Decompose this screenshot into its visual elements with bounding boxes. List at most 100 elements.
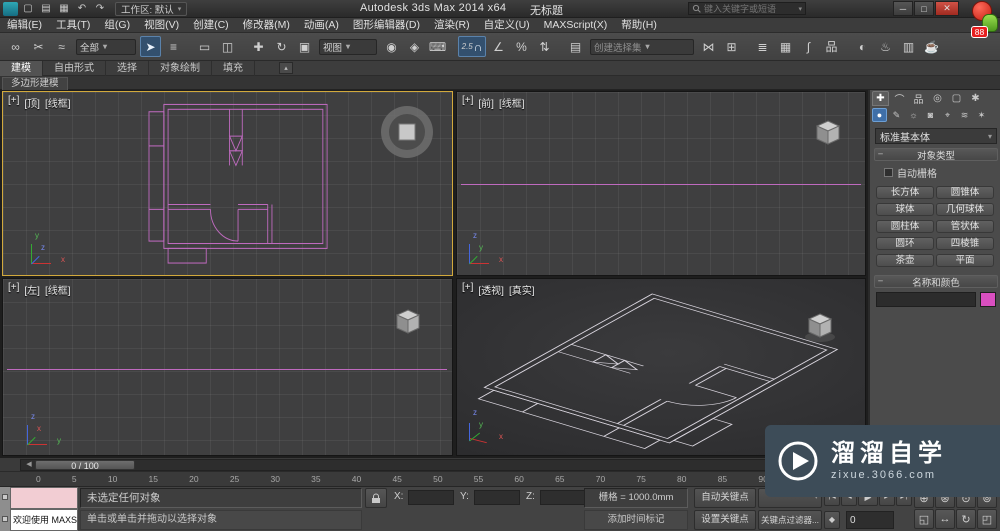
selection-lock-toggle[interactable] (365, 488, 387, 508)
menu-maxscript[interactable]: MAXScript(X) (537, 18, 615, 33)
object-button-pyramid[interactable]: 四棱锥 (936, 237, 994, 250)
category-shapes-icon[interactable]: ✎ (889, 108, 904, 122)
time-slider-handle[interactable]: 0 / 100 (35, 460, 135, 471)
viewcube[interactable] (379, 104, 435, 160)
tab-modify-icon[interactable]: ⌒ (891, 91, 908, 106)
z-coordinate-input[interactable] (540, 490, 586, 505)
auto-key-button[interactable]: 自动关键点 (694, 488, 756, 508)
notification-badge[interactable]: 88 (971, 26, 988, 38)
object-button-plane[interactable]: 平面 (936, 254, 994, 267)
viewcube[interactable] (393, 307, 423, 337)
viewport-menu-shading[interactable]: [线框] (45, 95, 71, 110)
viewport-menu-shading[interactable]: [线框] (45, 282, 71, 297)
category-systems-icon[interactable]: ✶ (974, 108, 989, 122)
ribbon-subtab-polygon-modeling[interactable]: 多边形建模 (2, 77, 68, 90)
current-frame-input[interactable] (846, 511, 894, 529)
save-file-icon[interactable]: ▦ (56, 2, 72, 16)
tab-create-icon[interactable]: ✚ (872, 91, 889, 106)
keyboard-override-icon[interactable]: ⌨ (427, 36, 448, 57)
ribbon-tab-populate[interactable]: 填充 (212, 60, 255, 76)
workspace-dropdown[interactable]: 工作区: 默认 ▾ (115, 1, 188, 16)
time-slider-track[interactable]: ◀ 0 / 100 (20, 459, 854, 471)
reference-coordinate-dropdown[interactable]: 视图 ▾ (319, 38, 377, 55)
viewport-menu-shading[interactable]: [真实] (509, 282, 535, 297)
schematic-view-icon[interactable]: 品 (821, 36, 842, 57)
zoom-region-icon[interactable]: ◱ (914, 509, 934, 529)
curve-editor-icon[interactable]: ∫ (798, 36, 819, 57)
viewport-top[interactable]: [+] [顶] [线框] x y z (2, 91, 453, 276)
menu-tools[interactable]: 工具(T) (49, 18, 97, 33)
ribbon-tab-freeform[interactable]: 自由形式 (43, 60, 106, 76)
maximize-button[interactable]: □ (914, 1, 934, 16)
menu-graph-editors[interactable]: 图形编辑器(D) (346, 18, 427, 33)
render-production-icon[interactable]: ☕ (921, 36, 942, 57)
track-bar[interactable]: 0510152025303540455055606570758085909510… (0, 472, 868, 487)
menu-rendering[interactable]: 渲染(R) (427, 18, 477, 33)
render-setup-icon[interactable]: ♨ (875, 36, 896, 57)
maxscript-listener-row[interactable]: 欢迎使用 MAXScript (10, 509, 78, 531)
tab-utilities-icon[interactable]: ✱ (967, 91, 984, 106)
tab-display-icon[interactable]: ▢ (948, 91, 965, 106)
object-button-box[interactable]: 长方体 (876, 186, 934, 199)
mirror-icon[interactable]: ⋈ (698, 36, 719, 57)
named-selection-sets-dropdown[interactable]: 创建选择集 ▾ (590, 38, 694, 55)
object-color-swatch[interactable] (980, 292, 996, 307)
object-name-input[interactable] (877, 293, 975, 306)
menu-help[interactable]: 帮助(H) (614, 18, 664, 33)
tab-motion-icon[interactable]: ◎ (929, 91, 946, 106)
close-button[interactable]: ✕ (935, 1, 959, 16)
object-name-field[interactable] (876, 292, 976, 307)
rollout-name-color[interactable]: − 名称和颜色 (874, 275, 998, 289)
rendered-frame-icon[interactable]: ▥ (898, 36, 919, 57)
macro-recorder-row[interactable] (10, 487, 78, 509)
rollout-object-type[interactable]: − 对象类型 (874, 148, 998, 162)
category-helpers-icon[interactable]: ⌖ (940, 108, 955, 122)
autogrid-checkbox[interactable] (884, 168, 893, 177)
graphite-toggle-icon[interactable]: ▦ (775, 36, 796, 57)
object-button-geosphere[interactable]: 几何球体 (936, 203, 994, 216)
menu-edit[interactable]: 编辑(E) (0, 18, 49, 33)
viewcube[interactable] (813, 118, 843, 148)
minimize-button[interactable]: ─ (893, 1, 913, 16)
menu-modifiers[interactable]: 修改器(M) (236, 18, 297, 33)
material-editor-icon[interactable]: ◐ (852, 36, 873, 57)
key-mode-toggle-icon[interactable]: ◆ (824, 511, 840, 529)
key-filters-button[interactable]: 关键点过滤器... (758, 510, 822, 530)
autogrid-checkbox-row[interactable]: 自动栅格 (884, 165, 937, 180)
search-box[interactable]: ▾ (688, 2, 806, 15)
search-input[interactable] (704, 3, 796, 14)
desktop-overlay-widget[interactable]: 88 (964, 0, 998, 44)
chevron-down-icon[interactable]: ▾ (798, 5, 802, 13)
object-button-cylinder[interactable]: 圆柱体 (876, 220, 934, 233)
object-button-tube[interactable]: 管状体 (936, 220, 994, 233)
ribbon-collapse-button[interactable]: ▴ (279, 62, 293, 74)
snaps-toggle-icon[interactable]: 2.5 ∩ (458, 36, 486, 57)
select-by-name-icon[interactable]: ≡ (163, 36, 184, 57)
select-and-move-icon[interactable]: ✚ (248, 36, 269, 57)
viewport-menu-shading[interactable]: [线框] (499, 95, 525, 110)
x-coordinate-input[interactable] (408, 490, 454, 505)
select-and-scale-icon[interactable]: ▣ (294, 36, 315, 57)
category-cameras-icon[interactable]: ◙ (923, 108, 938, 122)
maxscript-listener-gutter[interactable] (0, 487, 10, 531)
window-crossing-icon[interactable]: ◫ (217, 36, 238, 57)
open-file-icon[interactable]: ▤ (38, 2, 54, 16)
viewport-left[interactable]: [+] [左] [线框] y z x (2, 278, 453, 456)
menu-views[interactable]: 视图(V) (137, 18, 186, 33)
ribbon-tab-selection[interactable]: 选择 (106, 60, 149, 76)
viewport-menu-general[interactable]: [+] (8, 282, 19, 297)
ribbon-tab-object-paint[interactable]: 对象绘制 (149, 60, 212, 76)
y-coordinate-input[interactable] (474, 490, 520, 505)
angle-snap-icon[interactable]: ∠ (488, 36, 509, 57)
select-and-manipulate-icon[interactable]: ◈ (404, 36, 425, 57)
viewcube[interactable] (803, 311, 837, 345)
category-spacewarps-icon[interactable]: ≋ (957, 108, 972, 122)
menu-animation[interactable]: 动画(A) (297, 18, 346, 33)
viewport-menu-general[interactable]: [+] (462, 95, 473, 110)
ribbon-tab-modeling[interactable]: 建模 (0, 60, 43, 76)
select-and-rotate-icon[interactable]: ↻ (271, 36, 292, 57)
selection-filter-dropdown[interactable]: 全部 ▾ (76, 38, 136, 55)
menu-customize[interactable]: 自定义(U) (477, 18, 537, 33)
app-logo[interactable] (3, 1, 18, 16)
menu-create[interactable]: 创建(C) (186, 18, 236, 33)
